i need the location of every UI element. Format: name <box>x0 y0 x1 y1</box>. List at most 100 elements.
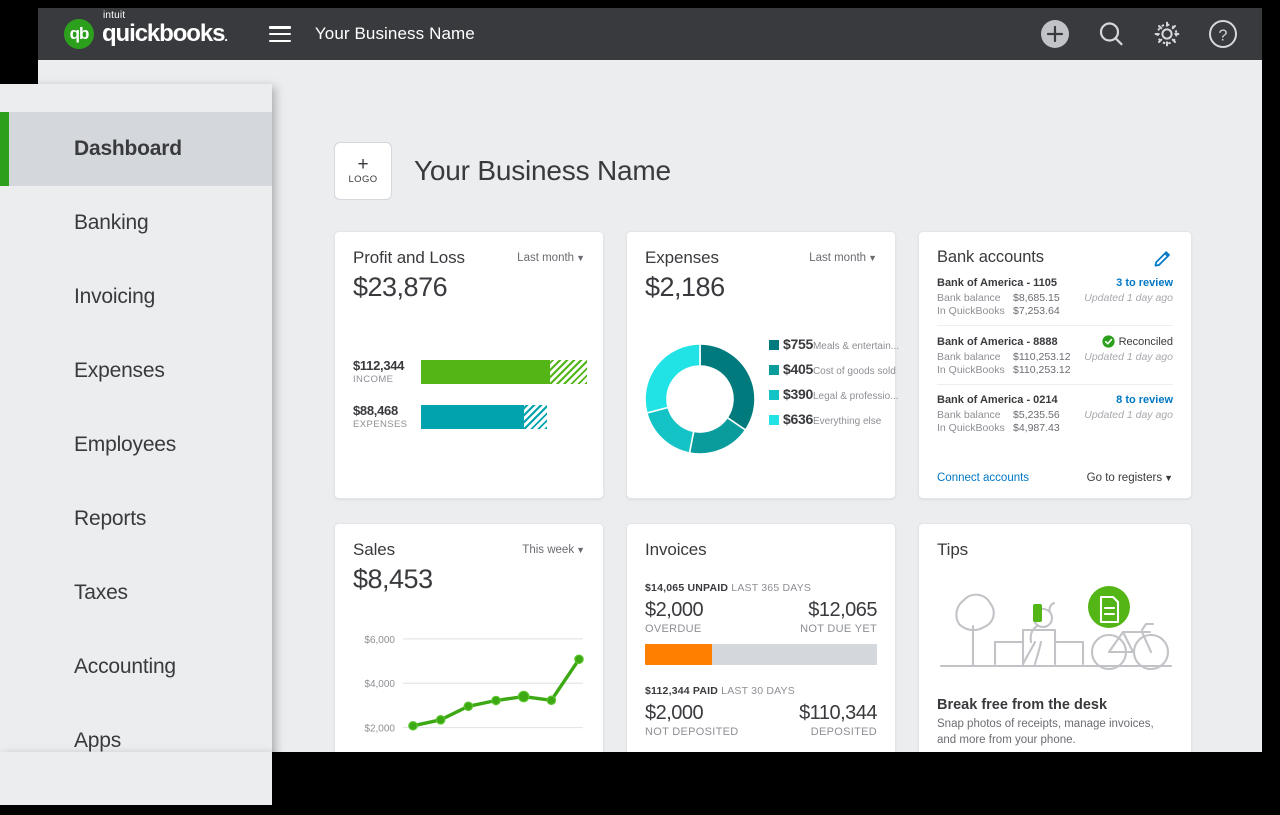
not-due-group: $12,065 NOT DUE YET <box>800 599 877 635</box>
sidebar-item-dashboard[interactable]: Dashboard <box>0 112 272 186</box>
business-header: + LOGO Your Business Name <box>334 142 671 200</box>
connect-accounts-link[interactable]: Connect accounts <box>937 472 1029 484</box>
sidebar-item-banking[interactable]: Banking <box>0 186 272 260</box>
donut-slice[interactable] <box>645 406 695 454</box>
card-header: Invoices <box>645 540 877 560</box>
sidebar-item-accounting[interactable]: Accounting <box>0 630 272 704</box>
last-updated-text: Updated 1 day ago <box>1084 292 1173 304</box>
overdue-caption: OVERDUE <box>645 623 702 635</box>
intuit-wordmark: intuit <box>103 10 126 21</box>
plus-circle-icon[interactable] <box>1038 17 1072 51</box>
sidebar-item-taxes[interactable]: Taxes <box>0 556 272 630</box>
search-icon[interactable] <box>1094 17 1128 51</box>
hamburger-icon[interactable] <box>268 26 291 42</box>
bank-accounts-list: Bank of America - 1105 3 to review Bank ba… <box>937 268 1173 442</box>
sales-amount: $8,453 <box>353 564 433 594</box>
card-title: Tips <box>937 540 969 559</box>
last-updated-text: Updated 1 day ago <box>1084 351 1173 363</box>
donut-svg <box>644 343 756 455</box>
tip-headline: Break free from the desk <box>937 697 1108 713</box>
legend-category: Cost of goods sold <box>812 366 896 377</box>
pencil-icon[interactable] <box>1153 248 1173 268</box>
card-title: Invoices <box>645 540 707 559</box>
gear-icon[interactable] <box>1150 17 1184 51</box>
bank-balance-value: $8,685.15 <box>1013 292 1060 304</box>
donut-slice[interactable] <box>644 343 701 414</box>
sidebar-item-employees[interactable]: Employees <box>0 408 272 482</box>
legend-amount: $390 <box>783 386 813 402</box>
bank-account-details: Bank balance $110,253.12 In QuickBooks $110… <box>937 351 1173 376</box>
sidebar-item-label: Employees <box>74 433 177 456</box>
help-circle-icon[interactable]: ? <box>1206 17 1240 51</box>
quickbooks-wordmark-text: quickbooks. <box>102 20 228 47</box>
quickbooks-wordmark: intuit quickbooks. <box>102 10 228 47</box>
sidebar-item-label: Invoicing <box>74 285 156 308</box>
overdue-group: $2,000 OVERDUE <box>645 599 704 635</box>
tips-card: Tips Break free from the desk Snap photo… <box>918 523 1192 752</box>
profit-loss-bars: $112,344 INCOME $88,468 EXPENSES <box>353 358 587 448</box>
expenses-legend: $755Meals & entertain... $405Cost of good… <box>769 336 899 436</box>
expenses-bar-row: $88,468 EXPENSES <box>353 403 587 430</box>
not-deposited-amount: $2,000 <box>645 702 704 724</box>
expenses-bar-hatch <box>523 404 548 429</box>
income-value: $112,344 <box>353 358 405 373</box>
data-point[interactable] <box>517 690 530 703</box>
bank-accounts-card: Bank accounts Bank of America - 1105 3 to… <box>918 231 1192 499</box>
period-selector[interactable]: Last month ▼ <box>517 252 585 264</box>
unpaid-invoices-block: $14,065 UNPAID LAST 365 DAYS $2,000 OVER… <box>645 582 877 665</box>
overdue-amount: $2,000 <box>645 599 704 621</box>
income-labels: $112,344 INCOME <box>353 358 421 385</box>
income-bar-solid <box>421 359 551 384</box>
bank-balance-lines: Bank balance $110,253.12 In QuickBooks $110… <box>937 351 1071 376</box>
sidebar-item-reports[interactable]: Reports <box>0 482 272 556</box>
bank-account-header: Bank of America - 8888 Reconciled <box>937 335 1173 348</box>
invoices-progress-bar[interactable] <box>645 644 877 665</box>
sidebar-item-expenses[interactable]: Expenses <box>0 334 272 408</box>
bank-account-details: Bank balance $8,685.15 In QuickBooks $7,253… <box>937 292 1173 317</box>
dashboard-cards-grid: Profit and Loss Last month ▼ $23,876 $112… <box>334 231 1192 752</box>
data-point[interactable] <box>546 695 557 706</box>
data-point[interactable] <box>574 654 584 665</box>
data-point[interactable] <box>491 695 501 706</box>
card-header: Sales This week ▼ <box>353 540 585 560</box>
legend-swatch <box>769 390 779 400</box>
sidebar-item-label: Expenses <box>74 359 165 382</box>
data-point[interactable] <box>408 720 418 731</box>
expenses-caption: EXPENSES <box>353 419 408 430</box>
quickbooks-logo[interactable]: qb intuit quickbooks. <box>64 10 228 49</box>
card-title: Bank accounts <box>937 248 1044 266</box>
data-point[interactable] <box>463 701 474 712</box>
paid-invoices-block: $112,344 PAID LAST 30 DAYS $2,000 NOT DE… <box>645 685 877 738</box>
sidebar-item-label: Apps <box>74 729 122 752</box>
to-review-link[interactable]: 3 to review <box>1116 277 1173 289</box>
card-header: Bank accounts <box>937 248 1173 268</box>
y-axis-tick-label: $2,000 <box>364 724 395 735</box>
expenses-donut-chart <box>641 340 759 463</box>
logo-upload-placeholder[interactable]: + LOGO <box>334 142 392 200</box>
sidebar-lower-extension <box>0 752 272 805</box>
data-point[interactable] <box>435 715 446 725</box>
go-to-registers-link[interactable]: Go to registers ▼ <box>1087 472 1173 484</box>
last-updated-text: Updated 1 day ago <box>1084 409 1173 421</box>
invoices-card: Invoices $14,065 UNPAID LAST 365 DAYS $2… <box>626 523 896 752</box>
period-selector[interactable]: Last month ▼ <box>809 252 877 264</box>
in-quickbooks-value: $4,987.43 <box>1013 422 1060 434</box>
in-quickbooks-label: In QuickBooks <box>937 305 1005 317</box>
company-name-header: Your Business Name <box>314 24 475 43</box>
in-quickbooks-label: In QuickBooks <box>937 422 1005 434</box>
expenses-bar-solid <box>421 404 524 429</box>
chevron-down-icon: ▼ <box>576 253 585 263</box>
expenses-card: Expenses Last month ▼ $2,186 $755Meals & … <box>626 231 899 499</box>
sidebar-item-invoicing[interactable]: Invoicing <box>0 260 272 334</box>
bank-account-row[interactable]: Bank of America - 0214 8 to review Bank ba… <box>937 385 1173 442</box>
bank-account-row[interactable]: Bank of America - 8888 Reconciled Bank bal… <box>937 326 1173 385</box>
card-header: Expenses Last month ▼ <box>645 248 877 268</box>
y-axis-tick-label: $6,000 <box>364 635 395 646</box>
period-selector[interactable]: This week ▼ <box>522 544 585 556</box>
to-review-link[interactable]: 8 to review <box>1116 394 1173 406</box>
bank-account-row[interactable]: Bank of America - 1105 3 to review Bank ba… <box>937 268 1173 326</box>
reconciled-label: Reconciled <box>1118 335 1173 348</box>
bank-balance-value: $5,235.56 <box>1013 409 1060 421</box>
y-axis-tick-label: $4,000 <box>364 679 395 690</box>
logo-plus-icon: + <box>357 153 369 175</box>
